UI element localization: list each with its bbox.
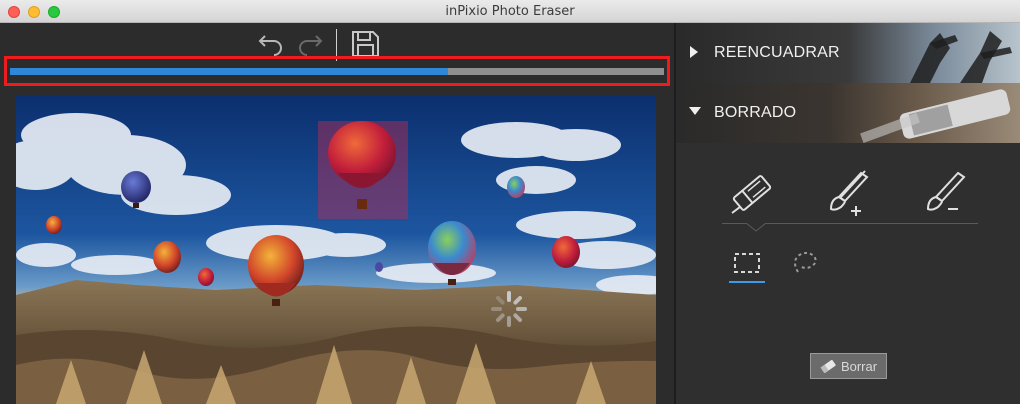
section-label-borrado: BORRADO bbox=[714, 104, 797, 121]
save-button[interactable] bbox=[350, 29, 380, 57]
photo-canvas[interactable] bbox=[16, 95, 656, 404]
progress-bar bbox=[10, 68, 664, 75]
right-panel: REENCUADRAR BORRADO Borrar bbox=[676, 23, 1020, 404]
progress-fill bbox=[10, 68, 449, 75]
redo-icon bbox=[299, 35, 323, 56]
editor-area bbox=[0, 23, 674, 404]
selection-tool-underline bbox=[729, 281, 765, 283]
section-label-reencuadrar: REENCUADRAR bbox=[714, 44, 840, 61]
brush-minus-tool-button[interactable] bbox=[918, 167, 970, 219]
borrado-header-image bbox=[860, 89, 1011, 143]
eraser-small-icon bbox=[820, 359, 836, 373]
selected-tool-caret-icon bbox=[746, 223, 766, 232]
window-title: inPixio Photo Eraser bbox=[445, 4, 575, 19]
save-icon bbox=[352, 31, 379, 57]
chevron-right-icon bbox=[690, 46, 698, 58]
reencuadrar-header-image bbox=[910, 31, 1012, 83]
progress-highlight bbox=[4, 56, 670, 86]
brush-plus-tool-button[interactable] bbox=[821, 167, 873, 219]
undo-icon bbox=[258, 35, 282, 56]
section-borrado[interactable]: BORRADO bbox=[676, 83, 1020, 143]
redo-button[interactable] bbox=[295, 29, 325, 57]
brush-minus-icon bbox=[926, 171, 966, 211]
app-window: inPixio Photo Eraser REENCUADRAR BORRADO… bbox=[0, 0, 1020, 404]
section-reencuadrar[interactable]: REENCUADRAR bbox=[676, 23, 1020, 83]
photo-image bbox=[16, 95, 656, 404]
lasso-select-button[interactable] bbox=[790, 248, 820, 278]
rect-select-button[interactable] bbox=[732, 248, 762, 278]
rect-select-icon bbox=[734, 253, 760, 273]
brush-plus-icon bbox=[829, 170, 869, 216]
undo-button[interactable] bbox=[256, 29, 286, 57]
title-bar: inPixio Photo Eraser bbox=[0, 0, 1020, 23]
eraser-tool-button[interactable] bbox=[726, 167, 778, 219]
eraser-icon bbox=[731, 175, 772, 214]
erase-button[interactable]: Borrar bbox=[810, 353, 887, 379]
erase-button-label: Borrar bbox=[840, 358, 878, 374]
chevron-down-icon bbox=[689, 107, 701, 115]
lasso-select-icon bbox=[794, 252, 817, 273]
erase-tools: Borrar bbox=[676, 143, 1020, 404]
